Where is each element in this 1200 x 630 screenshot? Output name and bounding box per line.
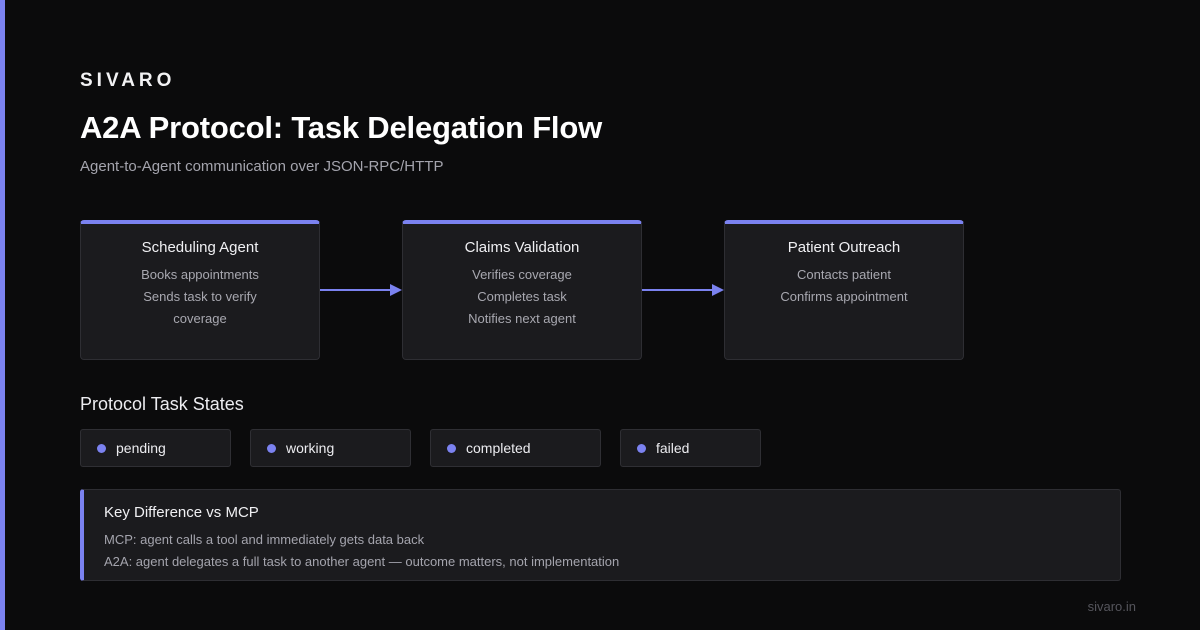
agent-card-line: coverage [173, 311, 227, 326]
state-label: completed [466, 440, 531, 456]
agent-card-outreach: Patient Outreach Contacts patient Confir… [724, 220, 964, 360]
agent-card-claims: Claims Validation Verifies coverage Comp… [402, 220, 642, 360]
agent-card-line: Confirms appointment [780, 289, 908, 304]
agent-card-line: Verifies coverage [472, 267, 572, 282]
key-difference-callout: Key Difference vs MCP MCP: agent calls a… [80, 489, 1121, 581]
agent-card-title: Claims Validation [464, 239, 580, 256]
state-pill-pending: pending [80, 429, 231, 467]
agent-card-line: Books appointments [141, 267, 259, 282]
status-dot-icon [447, 443, 456, 453]
state-pill-working: working [250, 429, 411, 467]
state-label: failed [656, 440, 690, 456]
states-section-title: Protocol Task States [80, 394, 244, 414]
status-dot-icon [267, 443, 276, 453]
state-pill-failed: failed [620, 429, 761, 467]
page-title: A2A Protocol: Task Delegation Flow [80, 110, 602, 145]
agent-card-line: Contacts patient [797, 267, 891, 282]
callout-line: A2A: agent delegates a full task to anot… [104, 554, 620, 569]
agent-card-title: Scheduling Agent [141, 239, 259, 256]
state-pill-completed: completed [430, 429, 601, 467]
brand-logo-text: SIVARO [80, 70, 176, 91]
agent-card-line: Sends task to verify [143, 289, 257, 304]
page-subtitle: Agent-to-Agent communication over JSON-R… [80, 158, 444, 175]
agent-card-title: Patient Outreach [787, 239, 901, 256]
status-dot-icon [637, 443, 646, 453]
left-accent-bar [0, 0, 5, 630]
state-label: working [286, 440, 335, 456]
flow-arrow-icon [642, 284, 724, 296]
footer-url: sivaro.in [1087, 599, 1136, 614]
agent-card-line: Completes task [477, 289, 567, 304]
status-dot-icon [97, 443, 106, 453]
agent-card-line: Notifies next agent [468, 311, 576, 326]
callout-title: Key Difference vs MCP [104, 504, 259, 521]
callout-line: MCP: agent calls a tool and immediately … [104, 532, 425, 547]
flow-arrow-icon [320, 284, 402, 296]
agent-card-scheduling: Scheduling Agent Books appointments Send… [80, 220, 320, 360]
state-label: pending [116, 440, 166, 456]
